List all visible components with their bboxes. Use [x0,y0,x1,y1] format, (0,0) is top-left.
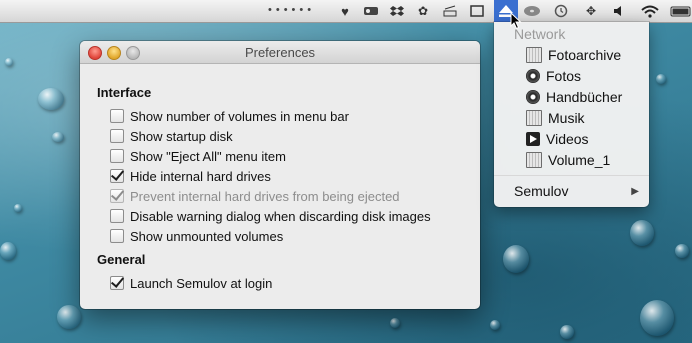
water-drop [0,242,16,260]
option-show-startup-disk[interactable]: Show startup disk [110,128,233,144]
menu-item-label: Handbücher [546,89,623,105]
menu-item-label: Musik [548,110,585,126]
menu-item-handbuecher[interactable]: Handbücher [494,87,649,107]
option-hide-internal-drives[interactable]: Hide internal hard drives [110,168,271,184]
checkbox[interactable] [110,229,124,243]
option-label: Prevent internal hard drives from being … [130,188,400,204]
preferences-content: Interface Show number of volumes in menu… [80,64,480,309]
submenu-arrow-icon: ▶ [631,185,639,197]
menu-bar: •••••• ♥ ✿ ✥ [0,0,692,23]
menu-separator [494,175,649,176]
interface-heading: Interface [97,85,152,100]
option-prevent-internal-eject: Prevent internal hard drives from being … [110,188,400,204]
scanner-icon[interactable] [442,3,458,19]
general-heading: General [97,252,146,267]
water-drop [5,58,13,66]
menu-item-label: Fotos [546,68,582,84]
option-label: Show "Eject All" menu item [130,148,286,164]
battery-icon[interactable] [670,3,692,19]
option-label: Show unmounted volumes [130,228,284,244]
drive-icon[interactable] [362,3,380,19]
menu-item-musik[interactable]: Musik [494,108,649,128]
menu-item-semulov-submenu[interactable]: Semulov ▶ [514,181,639,201]
menu-item-label: Volume_1 [548,152,611,168]
overflow-dots-icon[interactable]: •••••• [268,4,315,16]
dropbox-icon[interactable] [389,3,405,19]
water-drop [14,204,22,212]
video-disc-icon [526,132,540,146]
menu-item-label: Fotoarchive [548,47,622,63]
option-label: Disable warning dialog when discarding d… [130,208,431,224]
menu-item-videos[interactable]: Videos [494,129,649,149]
water-drop [57,305,81,329]
option-label: Show number of volumes in menu bar [130,108,349,124]
water-drop [656,74,666,84]
checkbox-checked[interactable] [110,169,124,183]
checkbox-checked-disabled [110,189,124,203]
optical-disc-icon [526,69,540,83]
option-show-unmounted[interactable]: Show unmounted volumes [110,228,283,244]
option-label: Hide internal hard drives [130,168,271,184]
water-drop [490,320,500,330]
menu-item-fotoarchive[interactable]: Fotoarchive [494,45,649,65]
network-disk-icon [526,152,542,168]
checkbox[interactable] [110,209,124,223]
menu-item-volume-1[interactable]: Volume_1 [494,150,649,170]
option-show-volume-count[interactable]: Show number of volumes in menu bar [110,108,349,124]
water-drop [630,220,654,246]
water-drop [640,300,674,336]
water-drop [38,88,64,110]
mouse-cursor-icon [510,12,522,30]
paw-icon[interactable]: ✿ [415,3,431,19]
network-disk-icon [526,110,542,126]
optical-disc-icon [526,90,540,104]
menu-item-fotos[interactable]: Fotos [494,66,649,86]
checkbox-checked[interactable] [110,276,124,290]
window-titlebar[interactable]: Preferences [80,41,480,64]
water-drop [675,244,689,258]
network-disk-icon [526,47,542,63]
water-drop [560,325,574,339]
option-launch-at-login[interactable]: Launch Semulov at login [110,275,272,291]
checkbox[interactable] [110,149,124,163]
wifi-icon[interactable] [640,3,660,19]
time-machine-icon[interactable] [553,3,569,19]
water-drop [390,318,400,328]
volume-icon[interactable] [613,3,627,19]
checkbox[interactable] [110,109,124,123]
heart-badge-icon[interactable]: ♥ [336,3,354,19]
semulov-menu: Network Fotoarchive Fotos Handbücher Mus… [494,22,649,207]
option-label: Show startup disk [130,128,233,144]
move-icon[interactable]: ✥ [584,3,598,19]
window-title: Preferences [244,45,316,60]
disc-icon[interactable] [522,3,542,19]
option-disable-warning-dialog[interactable]: Disable warning dialog when discarding d… [110,208,431,224]
preferences-window: Preferences Interface Show number of vol… [80,41,480,309]
menu-item-label: Semulov [514,183,569,199]
water-drop [52,132,64,142]
window-icon[interactable] [469,3,485,19]
option-show-eject-all[interactable]: Show "Eject All" menu item [110,148,286,164]
option-label: Launch Semulov at login [130,275,273,291]
water-drop [503,245,529,273]
menu-item-label: Videos [546,131,589,147]
checkbox[interactable] [110,129,124,143]
